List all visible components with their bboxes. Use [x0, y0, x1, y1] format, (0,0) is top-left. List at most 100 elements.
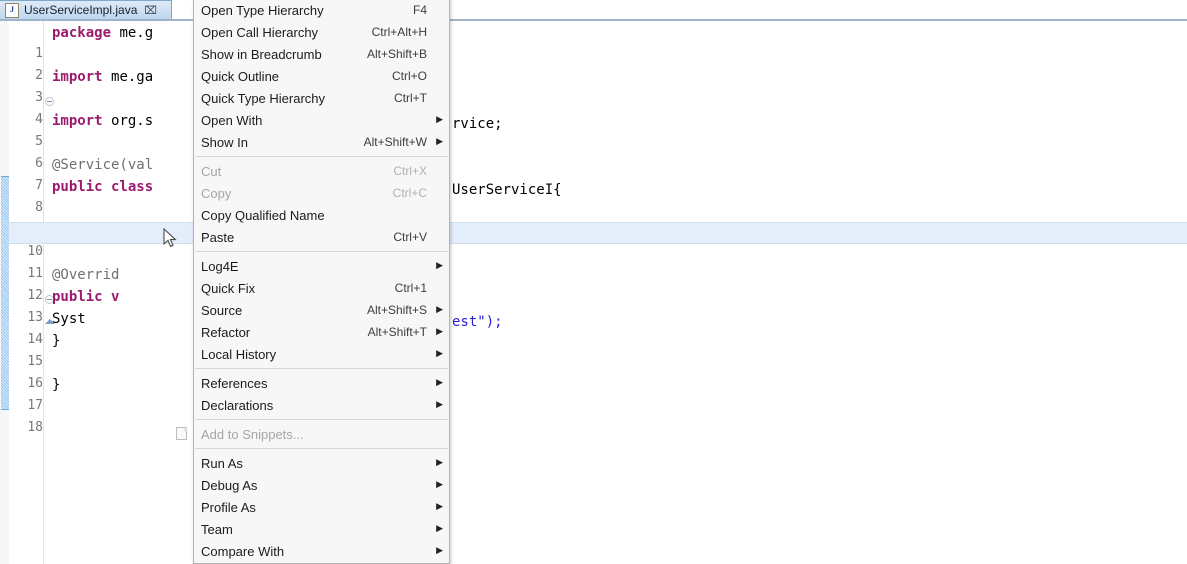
code-token: import [52, 113, 112, 129]
menu-item-shortcut: Alt+Shift+B [366, 47, 427, 61]
menu-item-profile-as[interactable]: Profile As ▶ [194, 496, 449, 518]
code-token: @Service(val [52, 157, 154, 173]
line-number: 14 [27, 332, 43, 347]
chevron-right-icon: ▶ [436, 479, 443, 490]
menu-item-label: Profile As [201, 499, 256, 515]
menu-item-label: Show In [201, 134, 248, 150]
menu-item-label: Refactor [201, 324, 251, 340]
menu-item-label: Paste [201, 229, 235, 245]
menu-item-cut: CutCtrl+X▶ [194, 160, 449, 182]
line-number: 15 [27, 354, 43, 369]
menu-item-shortcut: Ctrl+C [392, 186, 427, 200]
code-token: } [52, 333, 61, 349]
menu-item-source[interactable]: Source Alt+Shift+S ▶ [194, 299, 449, 321]
menu-item-label: References [201, 375, 268, 391]
code-line[interactable]: public v [52, 289, 119, 305]
code-line[interactable]: package me.g [52, 25, 153, 41]
menu-item-paste[interactable]: PasteCtrl+V▶ [194, 226, 449, 248]
separator-2 [195, 251, 448, 252]
fold-collapse-icon[interactable] [45, 97, 54, 106]
menu-item-show-in-breadcrumb[interactable]: Show in BreadcrumbAlt+Shift+B▶ [194, 43, 449, 65]
menu-item-label: Show in Breadcrumb [201, 46, 322, 62]
current-line-highlight [9, 222, 1187, 244]
separator-1 [195, 156, 448, 157]
menu-item-open-type-hierarchy[interactable]: Open Type HierarchyF4▶ [194, 0, 449, 21]
java-editor[interactable]: J UserServiceImpl.java ⌧ 123456789101112… [0, 0, 1187, 564]
chevron-right-icon: ▶ [436, 114, 443, 125]
menu-item-label: Open Type Hierarchy [201, 2, 324, 18]
line-number: 18 [27, 420, 43, 435]
menu-item-debug-as[interactable]: Debug As ▶ [194, 474, 449, 496]
chevron-right-icon: ▶ [436, 523, 443, 534]
menu-item-shortcut: Ctrl+O [391, 69, 427, 83]
editor-tab-userserviceimpl[interactable]: J UserServiceImpl.java ⌧ [0, 0, 172, 19]
chevron-right-icon: ▶ [436, 136, 443, 147]
menu-item-label: Source [201, 302, 243, 318]
menu-item-declarations[interactable]: Declarations ▶ [194, 394, 449, 416]
snippet-icon [176, 427, 187, 440]
chevron-right-icon: ▶ [436, 304, 443, 315]
menu-item-log4e[interactable]: Log4E ▶ [194, 255, 449, 277]
line-number: 6 [35, 156, 43, 171]
code-token: } [52, 377, 61, 393]
editor-window: J UserServiceImpl.java ⌧ 123456789101112… [0, 0, 1187, 564]
code-line[interactable]: Syst [52, 311, 86, 327]
menu-item-quick-type-hierarchy[interactable]: Quick Type HierarchyCtrl+T▶ [194, 87, 449, 109]
code-line[interactable]: } [52, 377, 60, 393]
code-line[interactable]: @Overrid [52, 267, 119, 283]
menu-item-show-in[interactable]: Show In Alt+Shift+W ▶ [194, 131, 449, 153]
menu-item-copy-qualified-name[interactable]: Copy Qualified Name▶ [194, 204, 449, 226]
chevron-right-icon: ▶ [436, 260, 443, 271]
code-line-tail[interactable]: rvice; [452, 113, 503, 135]
line-number: 12 [27, 288, 43, 303]
menu-item-label: Add to Snippets... [201, 426, 304, 442]
code-line[interactable]: public class [52, 179, 153, 195]
menu-item-label: Debug As [201, 477, 258, 493]
editor-tab-label: UserServiceImpl.java [24, 3, 138, 17]
code-token: @Overrid [52, 267, 120, 283]
menu-item-quick-fix[interactable]: Quick FixCtrl+1▶ [194, 277, 449, 299]
code-line-tail[interactable]: est"); [452, 311, 503, 333]
menu-item-shortcut: Ctrl+V [393, 230, 427, 244]
menu-item-open-call-hierarchy[interactable]: Open Call HierarchyCtrl+Alt+H▶ [194, 21, 449, 43]
close-icon[interactable]: ⌧ [144, 5, 157, 16]
code-line[interactable]: } [52, 333, 60, 349]
separator-5 [195, 448, 448, 449]
menu-item-refactor[interactable]: Refactor Alt+Shift+T ▶ [194, 321, 449, 343]
code-line[interactable]: @Service(val [52, 157, 153, 173]
code-token: import [52, 69, 112, 85]
menu-item-references[interactable]: References ▶ [194, 372, 449, 394]
menu-item-label: Team [201, 521, 233, 537]
menu-item-label: Run As [201, 455, 243, 471]
code-line[interactable]: import me.ga [52, 69, 153, 85]
chevron-right-icon: ▶ [436, 545, 443, 556]
menu-item-open-with[interactable]: Open With ▶ [194, 109, 449, 131]
menu-item-quick-outline[interactable]: Quick OutlineCtrl+O▶ [194, 65, 449, 87]
menu-item-run-as[interactable]: Run As ▶ [194, 452, 449, 474]
chevron-right-icon: ▶ [436, 326, 443, 337]
menu-item-label: Cut [201, 163, 222, 179]
change-bar [0, 21, 9, 564]
line-number: 1 [35, 46, 43, 61]
code-line[interactable]: import org.s [52, 113, 153, 129]
line-number: 5 [35, 134, 43, 149]
code-token: me.ga [111, 69, 154, 85]
line-number: 11 [27, 266, 43, 281]
gutter-separator [43, 21, 44, 564]
menu-item-label: Copy Qualified Name [201, 207, 325, 223]
chevron-right-icon: ▶ [436, 399, 443, 410]
menu-item-label: Quick Outline [201, 68, 280, 84]
menu-item-shortcut: Ctrl+T [394, 91, 427, 105]
code-line-tail[interactable]: UserServiceI{ [452, 179, 562, 201]
menu-item-label: Open With [201, 112, 263, 128]
line-number: 2 [35, 68, 43, 83]
code-token: public class [52, 179, 154, 195]
menu-item-local-history[interactable]: Local History ▶ [194, 343, 449, 365]
menu-item-label: Declarations [201, 397, 274, 413]
menu-item-compare-with[interactable]: Compare With ▶ [194, 540, 449, 562]
editor-context-menu[interactable]: Open Type Hierarchy F4 ▶ Open Call Hierarch… [176, 0, 450, 564]
menu-item-shortcut: F4 [412, 3, 427, 17]
menu-item-label: Local History [201, 346, 277, 362]
menu-item-team[interactable]: Team ▶ [194, 518, 449, 540]
chevron-right-icon: ▶ [436, 348, 443, 359]
